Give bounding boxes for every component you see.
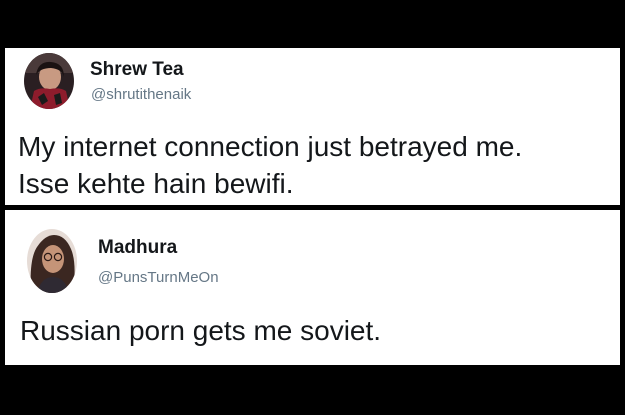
display-name[interactable]: Madhura	[98, 237, 177, 259]
user-handle[interactable]: @shrutithenaik	[91, 86, 191, 103]
user-handle[interactable]: @PunsTurnMeOn	[98, 269, 219, 286]
tweet-text: Russian porn gets me soviet.	[20, 312, 381, 349]
display-name[interactable]: Shrew Tea	[90, 59, 184, 81]
avatar[interactable]	[24, 53, 74, 109]
tweet-text-line: Russian porn gets me soviet.	[20, 315, 382, 346]
avatar[interactable]	[27, 229, 77, 293]
avatar-photo	[27, 229, 77, 293]
tweet-text-line: My internet connection just betrayed me.	[18, 131, 523, 162]
avatar-photo	[24, 53, 74, 109]
tweet-text-line: Isse kehte hain bewifi.	[18, 168, 294, 199]
tweet-card: Shrew Tea @shrutithenaik My internet con…	[5, 48, 620, 205]
tweet-card: Madhura @PunsTurnMeOn Russian porn gets …	[5, 210, 620, 365]
tweet-text: My internet connection just betrayed me.…	[18, 128, 522, 202]
